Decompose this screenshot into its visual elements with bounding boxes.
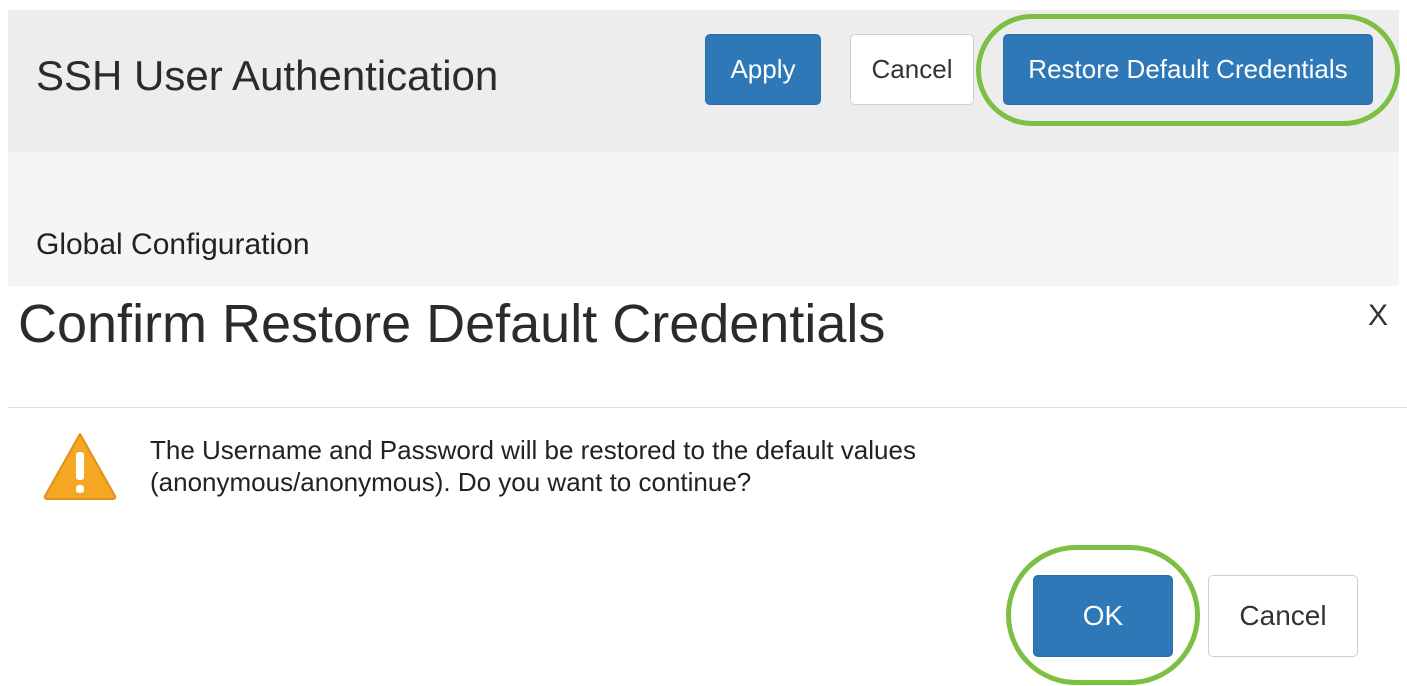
- apply-button[interactable]: Apply: [705, 34, 821, 105]
- warning-icon: [43, 433, 117, 500]
- cancel-button[interactable]: Cancel: [850, 34, 974, 105]
- dialog-cancel-button[interactable]: Cancel: [1208, 575, 1358, 657]
- page: SSH User Authentication Apply Cancel Res…: [0, 0, 1407, 686]
- dialog-divider: [8, 407, 1407, 408]
- dialog-title: Confirm Restore Default Credentials: [18, 294, 886, 354]
- page-title: SSH User Authentication: [36, 52, 499, 99]
- global-configuration-section: [8, 152, 1399, 286]
- dialog-message-line2: (anonymous/anonymous). Do you want to co…: [150, 467, 752, 497]
- ok-button[interactable]: OK: [1033, 575, 1173, 657]
- dialog-message-line1: The Username and Password will be restor…: [150, 435, 916, 465]
- close-icon[interactable]: X: [1368, 298, 1388, 334]
- section-title: Global Configuration: [36, 228, 310, 261]
- dialog-message: The Username and Password will be restor…: [150, 434, 1250, 498]
- restore-default-credentials-button[interactable]: Restore Default Credentials: [1003, 34, 1373, 105]
